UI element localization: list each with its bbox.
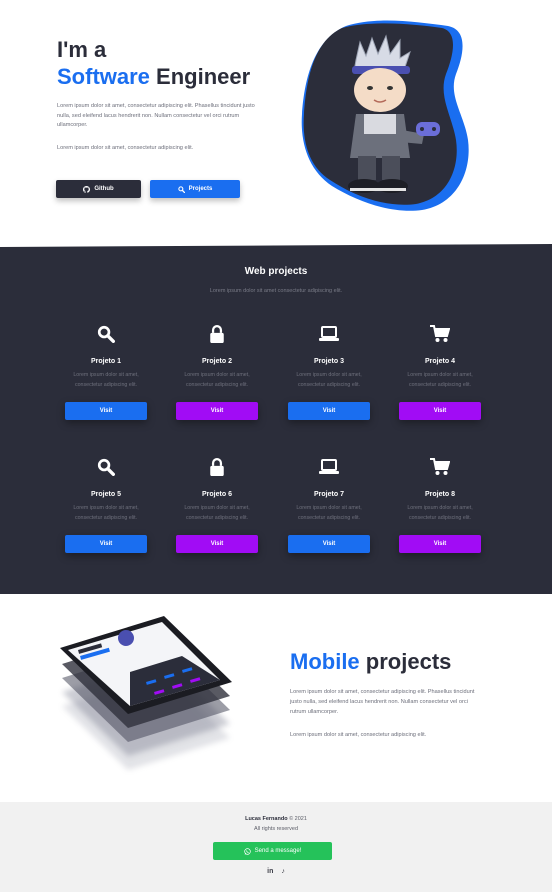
mobile-paragraph-1: Lorem ipsum dolor sit amet, consectetur …	[290, 689, 475, 715]
project-card: Projeto 5 Lorem ipsum dolor sit amet, con…	[64, 457, 148, 553]
mobile-projects-title: Mobile projects	[290, 649, 451, 675]
github-icon	[83, 185, 91, 193]
project-card: Projeto 7 Lorem ipsum dolor sit amet, con…	[287, 457, 371, 553]
project-description: Lorem ipsum dolor sit amet, consectetur …	[184, 505, 250, 521]
visit-button[interactable]: Visit	[65, 402, 147, 420]
project-description: Lorem ipsum dolor sit amet, consectetur …	[184, 372, 250, 388]
hero-illustration	[298, 18, 472, 212]
github-button[interactable]: Github	[56, 180, 141, 198]
linkedin-icon[interactable]: in	[267, 868, 273, 875]
project-card: Projeto 4 Lorem ipsum dolor sit amet, con…	[398, 324, 482, 420]
hero-title: I'm a Software Engineer	[57, 36, 250, 90]
project-name: Projeto 5	[91, 491, 121, 498]
mobile-title-rest: projects	[365, 649, 452, 674]
web-projects-section: Web projects Lorem ipsum dolor sit amet …	[0, 244, 552, 594]
project-description: Lorem ipsum dolor sit amet, consectetur …	[73, 505, 139, 521]
project-description: Lorem ipsum dolor sit amet, consectetur …	[73, 372, 139, 388]
project-name: Projeto 6	[202, 491, 232, 498]
mobile-title-accent: Mobile	[290, 649, 360, 674]
hero-title-accent: Software	[57, 64, 150, 89]
project-description: Lorem ipsum dolor sit amet, consectetur …	[407, 505, 473, 521]
hero-title-rest: Engineer	[156, 64, 251, 89]
whatsapp-icon	[243, 847, 251, 855]
laptop-icon	[287, 324, 371, 344]
lock-icon	[175, 324, 259, 344]
lock-icon	[175, 457, 259, 477]
search-icon	[64, 324, 148, 344]
hero-section: I'm a Software Engineer Lorem ipsum dolo…	[0, 0, 552, 246]
laptop-icon	[287, 457, 371, 477]
footer-copyright: Lucas Fernando © 2021	[0, 816, 552, 822]
project-description: Lorem ipsum dolor sit amet, consectetur …	[296, 505, 362, 521]
visit-button[interactable]: Visit	[288, 535, 370, 553]
project-description: Lorem ipsum dolor sit amet, consectetur …	[407, 372, 473, 388]
project-card: Projeto 1 Lorem ipsum dolor sit amet, con…	[64, 324, 148, 420]
mobile-projects-section: Mobile projects Lorem ipsum dolor sit am…	[0, 594, 552, 802]
footer: Lucas Fernando © 2021 All rights reserve…	[0, 802, 552, 892]
project-description: Lorem ipsum dolor sit amet, consectetur …	[296, 372, 362, 388]
project-name: Projeto 7	[314, 491, 344, 498]
web-projects-subtitle: Lorem ipsum dolor sit amet consectetur a…	[209, 288, 343, 294]
tiktok-icon[interactable]: ♪	[281, 868, 285, 875]
footer-rights: All rights reserved	[253, 826, 299, 832]
visit-button[interactable]: Visit	[65, 535, 147, 553]
project-name: Projeto 1	[91, 358, 121, 365]
visit-button[interactable]: Visit	[399, 535, 481, 553]
visit-button[interactable]: Visit	[399, 402, 481, 420]
project-name: Projeto 4	[425, 358, 455, 365]
project-card: Projeto 3 Lorem ipsum dolor sit amet, con…	[287, 324, 371, 420]
mobile-paragraph-2: Lorem ipsum dolor sit amet, consectetur …	[290, 732, 427, 738]
web-projects-title: Web projects	[244, 266, 308, 277]
hero-title-line1: I'm a	[57, 37, 107, 62]
cart-icon	[398, 324, 482, 344]
visit-button[interactable]: Visit	[176, 535, 258, 553]
visit-button[interactable]: Visit	[288, 402, 370, 420]
projects-button[interactable]: Projects	[150, 180, 240, 198]
social-links: in ♪	[0, 868, 552, 875]
project-name: Projeto 3	[314, 358, 344, 365]
project-card: Projeto 8 Lorem ipsum dolor sit amet, con…	[398, 457, 482, 553]
phone-mockup-illustration	[52, 612, 242, 787]
project-card: Projeto 6 Lorem ipsum dolor sit amet, con…	[175, 457, 259, 553]
project-card: Projeto 2 Lorem ipsum dolor sit amet, con…	[175, 324, 259, 420]
github-button-label: Github	[94, 186, 114, 192]
cart-icon	[398, 457, 482, 477]
search-icon	[64, 457, 148, 477]
visit-button[interactable]: Visit	[176, 402, 258, 420]
project-name: Projeto 8	[425, 491, 455, 498]
project-name: Projeto 2	[202, 358, 232, 365]
projects-button-label: Projects	[188, 186, 213, 192]
footer-year: © 2021	[289, 816, 307, 822]
footer-author: Lucas Fernando	[245, 816, 288, 822]
send-message-button[interactable]: Send a message!	[213, 842, 332, 860]
search-icon	[177, 185, 185, 193]
send-message-label: Send a message!	[254, 848, 302, 854]
hero-paragraph-1: Lorem ipsum dolor sit amet, consectetur …	[57, 103, 255, 128]
hero-paragraph-2: Lorem ipsum dolor sit amet, consectetur …	[57, 145, 194, 151]
